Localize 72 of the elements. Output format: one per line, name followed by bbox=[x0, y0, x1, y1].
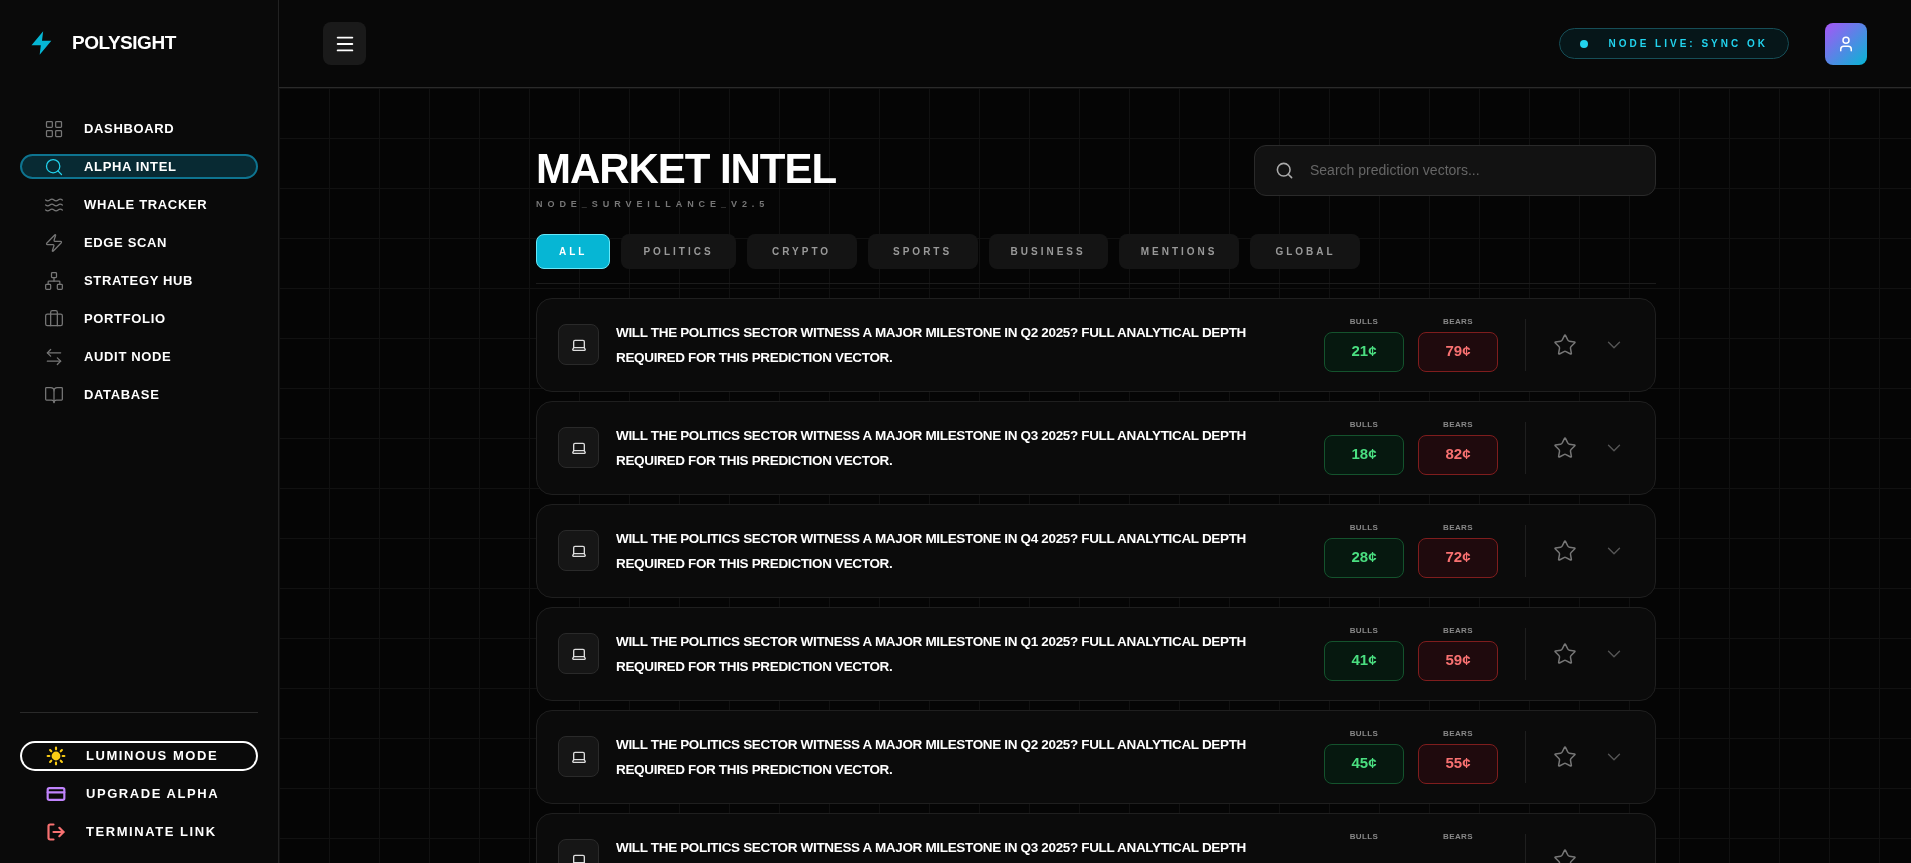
status-text: NODE LIVE: SYNC OK bbox=[1608, 37, 1768, 51]
bears-price[interactable]: 59¢ bbox=[1418, 640, 1498, 681]
search-icon bbox=[44, 156, 64, 177]
bears-price[interactable]: 72¢ bbox=[1418, 537, 1498, 578]
avatar-button[interactable] bbox=[1825, 22, 1867, 65]
arrows-icon bbox=[44, 346, 64, 367]
bulls-price[interactable]: 21¢ bbox=[1324, 331, 1404, 372]
bulls-price[interactable]: 41¢ bbox=[1324, 640, 1404, 681]
nav-item[interactable]: ALPHA INTEL bbox=[20, 154, 258, 179]
filter-tab[interactable]: CRYPTO bbox=[746, 233, 857, 269]
bears-label: BEARS bbox=[1443, 624, 1473, 637]
brand-name: POLYSIGHT bbox=[72, 30, 176, 55]
filter-tab[interactable]: MENTIONS bbox=[1118, 233, 1240, 269]
nav-item[interactable]: EDGE SCAN bbox=[20, 230, 258, 255]
star-button[interactable] bbox=[1553, 435, 1577, 460]
nav-item[interactable]: WHALE TRACKER bbox=[20, 192, 258, 217]
book-icon bbox=[44, 384, 64, 405]
star-button[interactable] bbox=[1553, 641, 1577, 666]
bears-label: BEARS bbox=[1443, 418, 1473, 431]
market-icon bbox=[558, 530, 599, 571]
bears-price[interactable]: 79¢ bbox=[1418, 331, 1498, 372]
market-question: WILL THE POLITICS SECTOR WITNESS A MAJOR MILESTONE IN Q2 2025? FULL ANALYTICAL DEPTH REQUIRED FOR THIS PREDICTION VECTOR. bbox=[616, 735, 1247, 779]
bulls-label: BULLS bbox=[1349, 315, 1379, 328]
nav-item[interactable]: PORTFOLIO bbox=[20, 306, 258, 331]
search-field[interactable]: Search prediction vectors... bbox=[1254, 145, 1656, 196]
briefcase-icon bbox=[44, 308, 64, 329]
page-title: MARKET INTEL bbox=[536, 148, 837, 190]
market-icon bbox=[558, 427, 599, 468]
footer-button[interactable]: LUMINOUS MODE bbox=[20, 741, 258, 771]
star-button[interactable] bbox=[1553, 332, 1577, 357]
hierarchy-icon bbox=[44, 270, 64, 291]
filter-tab[interactable]: POLITICS bbox=[621, 233, 736, 269]
bears-price[interactable]: 55¢ bbox=[1418, 743, 1498, 784]
page-subtitle: NODE_SURVEILLANCE_V2.5 bbox=[536, 198, 771, 211]
bulls-price[interactable]: 45¢ bbox=[1324, 743, 1404, 784]
market-question: WILL THE POLITICS SECTOR WITNESS A MAJOR MILESTONE IN Q4 2025? FULL ANALYTICAL DEPTH REQUIRED FOR THIS PREDICTION VECTOR. bbox=[616, 529, 1247, 573]
star-button[interactable] bbox=[1553, 538, 1577, 563]
bulls-label: BULLS bbox=[1349, 830, 1379, 843]
market-icon bbox=[558, 633, 599, 674]
footer-button[interactable]: UPGRADE ALPHA bbox=[20, 779, 258, 809]
filter-tab[interactable]: SPORTS bbox=[867, 233, 978, 269]
bulls-label: BULLS bbox=[1349, 418, 1379, 431]
bears-price[interactable]: 82¢ bbox=[1418, 434, 1498, 475]
bears-label: BEARS bbox=[1443, 727, 1473, 740]
market-question: WILL THE POLITICS SECTOR WITNESS A MAJOR MILESTONE IN Q2 2025? FULL ANALYTICAL DEPTH REQUIRED FOR THIS PREDICTION VECTOR. bbox=[616, 323, 1247, 367]
filter-tab[interactable]: BUSINESS bbox=[988, 233, 1108, 269]
footer-button[interactable]: TERMINATE LINK bbox=[20, 817, 258, 847]
user-icon bbox=[1837, 34, 1855, 53]
market-icon bbox=[558, 324, 599, 365]
bears-label: BEARS bbox=[1443, 830, 1473, 843]
grid-icon bbox=[44, 118, 64, 139]
bulls-label: BULLS bbox=[1349, 624, 1379, 637]
search-icon bbox=[1275, 161, 1294, 180]
search-input[interactable]: Search prediction vectors... bbox=[1310, 160, 1635, 181]
lightning-icon bbox=[44, 232, 64, 253]
bulls-price[interactable]: 18¢ bbox=[1324, 434, 1404, 475]
bulls-label: BULLS bbox=[1349, 521, 1379, 534]
bears-label: BEARS bbox=[1443, 315, 1473, 328]
market-question: WILL THE POLITICS SECTOR WITNESS A MAJOR MILESTONE IN Q1 2025? FULL ANALYTICAL DEPTH REQUIRED FOR THIS PREDICTION VECTOR. bbox=[616, 632, 1247, 676]
filter-tab[interactable]: GLOBAL bbox=[1250, 233, 1361, 269]
bulls-price[interactable]: 28¢ bbox=[1324, 537, 1404, 578]
nav-item[interactable]: STRATEGY HUB bbox=[20, 268, 258, 293]
star-button[interactable] bbox=[1553, 744, 1577, 769]
nav-item[interactable]: AUDIT NODE bbox=[20, 344, 258, 369]
nav-item[interactable]: DATABASE bbox=[20, 382, 258, 407]
bears-label: BEARS bbox=[1443, 521, 1473, 534]
market-icon bbox=[558, 736, 599, 777]
bulls-label: BULLS bbox=[1349, 727, 1379, 740]
nav-item[interactable]: DASHBOARD bbox=[20, 116, 258, 141]
market-question: WILL THE POLITICS SECTOR WITNESS A MAJOR MILESTONE IN Q3 2025? FULL ANALYTICAL DEPTH bbox=[616, 838, 1247, 857]
market-question: WILL THE POLITICS SECTOR WITNESS A MAJOR MILESTONE IN Q3 2025? FULL ANALYTICAL DEPTH REQUIRED FOR THIS PREDICTION VECTOR. bbox=[616, 426, 1247, 470]
menu-button[interactable] bbox=[323, 22, 366, 65]
